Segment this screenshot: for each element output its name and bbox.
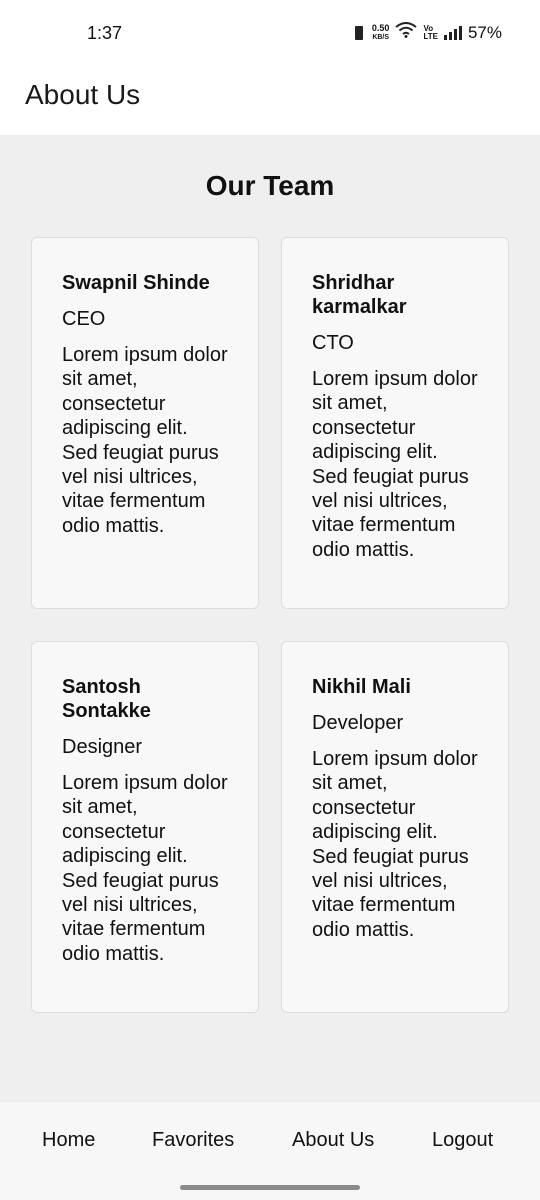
- page-title: About Us: [25, 79, 141, 110]
- network-speed: 0.50 KB/S: [371, 22, 390, 42]
- member-description: Lorem ipsum dolor sit amet, consectetur …: [62, 772, 228, 965]
- app-bar: About Us: [0, 64, 540, 135]
- member-description: Lorem ipsum dolor sit amet, consectetur …: [312, 368, 478, 561]
- member-name: Swapnil Shinde: [62, 272, 210, 294]
- member-description: Lorem ipsum dolor sit amet, consectetur …: [312, 748, 478, 941]
- status-time: 1:37: [87, 23, 123, 43]
- signal-icon: [443, 25, 462, 40]
- team-card: Swapnil Shinde CEO Lorem ipsum dolor sit…: [31, 237, 259, 609]
- nav-home[interactable]: Home: [42, 1129, 95, 1152]
- team-card: Nikhil Mali Developer Lorem ipsum dolor …: [281, 641, 509, 1013]
- wifi-icon: [395, 22, 418, 43]
- member-name: Shridhar karmalkar: [312, 272, 407, 318]
- nav-logout[interactable]: Logout: [432, 1129, 493, 1152]
- status-bar: 1:37 0.50 KB/S Vo LTE 57%: [0, 0, 540, 64]
- status-icons: 0.50 KB/S Vo LTE 57%: [352, 22, 502, 43]
- nav-about-us[interactable]: About Us: [292, 1129, 374, 1152]
- home-indicator[interactable]: [180, 1185, 360, 1190]
- member-name: Nikhil Mali: [312, 676, 411, 698]
- member-name: Santosh Sontakke: [62, 676, 151, 722]
- team-card: Shridhar karmalkar CTO Lorem ipsum dolor…: [281, 237, 509, 609]
- team-card: Santosh Sontakke Designer Lorem ipsum do…: [31, 641, 259, 1013]
- member-role: CEO: [62, 308, 106, 330]
- section-title: Our Team: [205, 170, 335, 201]
- member-role: Developer: [312, 712, 404, 734]
- volte-indicator: Vo LTE: [423, 24, 438, 41]
- member-role: CTO: [312, 332, 354, 354]
- volte-bottom: LTE: [423, 31, 438, 41]
- member-role: Designer: [62, 736, 143, 758]
- network-speed-value: 0.50: [371, 22, 390, 33]
- network-speed-unit: KB/S: [372, 33, 390, 41]
- member-description: Lorem ipsum dolor sit amet, consectetur …: [62, 344, 228, 537]
- nav-favorites[interactable]: Favorites: [152, 1129, 234, 1152]
- battery-percent: 57%: [467, 22, 502, 42]
- vibrate-icon: [352, 24, 366, 42]
